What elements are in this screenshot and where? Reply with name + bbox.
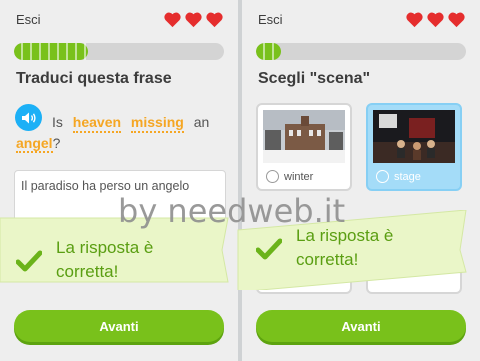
heart-icon: [164, 12, 181, 28]
heart-icon: [427, 12, 444, 28]
option-cards: winter stage: [256, 103, 466, 193]
translate-screen: Esci Traduci questa frase Is heaven miss…: [0, 0, 238, 361]
next-button[interactable]: Avanti: [256, 310, 466, 342]
progress-bar: [256, 43, 466, 60]
word-hint[interactable]: angel: [16, 135, 53, 153]
check-icon: [16, 250, 42, 272]
heart-icon: [448, 12, 465, 28]
progress-stripes: [256, 43, 282, 60]
exit-link[interactable]: Esci: [258, 12, 283, 27]
sentence: Is heaven missing an: [52, 107, 227, 137]
page-title: Traduci questa frase: [16, 70, 172, 87]
option-card-stage[interactable]: stage: [366, 103, 462, 191]
option-label: stage: [394, 170, 421, 183]
progress-bar: [14, 43, 224, 60]
feedback-message: La risposta è corretta!: [296, 226, 394, 269]
word[interactable]: an: [194, 114, 210, 130]
page-title: Scegli "scena": [258, 70, 371, 87]
option-label: winter: [284, 170, 314, 183]
radio-icon[interactable]: [376, 170, 389, 183]
hearts: [405, 10, 466, 29]
sentence-line-2: angel?: [16, 135, 61, 153]
option-winter[interactable]: winter: [266, 170, 313, 183]
check-icon: [256, 238, 282, 260]
next-button[interactable]: Avanti: [14, 310, 224, 342]
speaker-icon: [21, 112, 36, 123]
choose-word-screen: Esci Scegli "scena" winter stage Avanti: [242, 0, 480, 361]
exit-link[interactable]: Esci: [16, 12, 41, 27]
option-stage[interactable]: stage: [376, 170, 421, 183]
word[interactable]: Is: [52, 114, 63, 130]
feedback-message: La risposta è corretta!: [56, 238, 154, 281]
stage-photo: [373, 110, 455, 163]
heart-icon: [406, 12, 423, 28]
speaker-button[interactable]: [15, 104, 42, 131]
watermark-text: by needweb.it: [118, 192, 346, 230]
heart-icon: [185, 12, 202, 28]
radio-icon[interactable]: [266, 170, 279, 183]
hearts: [163, 10, 224, 29]
option-card-winter[interactable]: winter: [256, 103, 352, 191]
sentence-punct: ?: [52, 135, 61, 151]
progress-stripes: [14, 43, 88, 60]
winter-photo: [263, 110, 345, 163]
word-hint[interactable]: heaven: [72, 114, 122, 133]
word-hint[interactable]: missing: [130, 114, 184, 133]
heart-icon: [206, 12, 223, 28]
